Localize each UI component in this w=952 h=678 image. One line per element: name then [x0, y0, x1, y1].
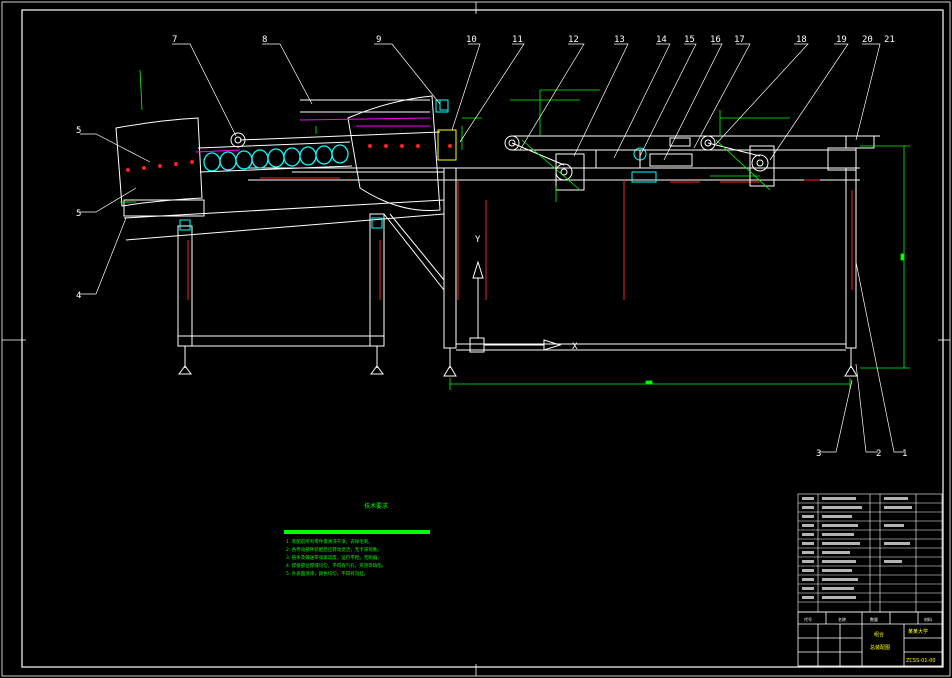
y-axis-indicator	[472, 260, 484, 338]
part-label-13: 13	[614, 35, 625, 45]
part-label-14: 14	[656, 35, 667, 45]
note-line-4: 4. 焊接部位焊缝均匀，不得有气孔、夹渣等缺陷。	[286, 562, 386, 569]
note-line-5: 5. 外表面涂漆，颜色均匀，不得有流挂。	[286, 570, 368, 577]
pulleys	[230, 132, 775, 191]
dimension-lines	[120, 69, 910, 390]
part-label-18: 18	[796, 35, 807, 45]
note-line-1: 1. 装配前所有零件需清洗干净，去除毛刺。	[286, 538, 373, 545]
feed-hopper-center	[300, 95, 449, 211]
part-label-21: 21	[884, 35, 895, 45]
title-header-code: 代号	[804, 616, 812, 622]
part-label-5a: 5	[76, 126, 81, 136]
note-line-3: 3. 链条及输送带张紧适度，运行平稳，无跑偏。	[286, 554, 382, 561]
part-label-11: 11	[512, 35, 523, 45]
parts-list	[797, 493, 943, 613]
part-label-17: 17	[734, 35, 745, 45]
part-label-10: 10	[466, 35, 477, 45]
machine-assembly: Y X	[115, 69, 910, 390]
part-label-19: 19	[836, 35, 847, 45]
part-label-9: 9	[376, 35, 381, 45]
part-label-16: 16	[710, 35, 721, 45]
leader-lines	[80, 43, 904, 453]
notes-underline	[284, 530, 430, 534]
part-label-2: 2	[876, 449, 881, 459]
title-header-name: 名称	[838, 616, 846, 622]
part-label-1: 1	[902, 449, 907, 459]
part-label-12: 12	[568, 35, 579, 45]
x-axis-label: X	[572, 342, 578, 352]
part-labels: 5 5 4 7 8 9 10 11 12 13 14 15 16 17 18 1…	[76, 35, 907, 459]
cad-drawing-canvas: Y X 5 5 4 7 8 9 10 11 12 13 14 15 16 17 …	[1, 1, 951, 677]
technical-notes: 技术要求 1. 装配前所有零件需清洗干净，去除毛刺。 2. 各传动部件装配后应转…	[284, 502, 430, 577]
left-frame	[123, 199, 445, 375]
title-drawing-code: ZCSS-01-00	[906, 658, 936, 664]
part-label-20: 20	[862, 35, 873, 45]
part-label-7: 7	[172, 35, 177, 45]
y-axis-label: Y	[475, 235, 481, 245]
note-line-2: 2. 各传动部件装配后应转动灵活，无卡滞现象。	[286, 546, 382, 553]
drive-bracket	[437, 99, 457, 161]
belt-upper	[511, 135, 880, 183]
part-label-5b: 5	[76, 209, 81, 219]
right-frame	[248, 147, 860, 377]
notes-title: 技术要求	[364, 502, 388, 510]
centre-lines-red	[187, 177, 853, 300]
title-school: 某某大学	[908, 628, 928, 635]
title-header-material: 材料	[924, 616, 932, 622]
part-label-3: 3	[816, 449, 821, 459]
title-header-qty: 数量	[870, 616, 878, 622]
part-label-15: 15	[684, 35, 695, 45]
title-material: 组合	[874, 631, 884, 638]
title-drawing-name: 总装配图	[870, 644, 890, 651]
part-label-8: 8	[262, 35, 267, 45]
part-label-4: 4	[76, 291, 81, 301]
